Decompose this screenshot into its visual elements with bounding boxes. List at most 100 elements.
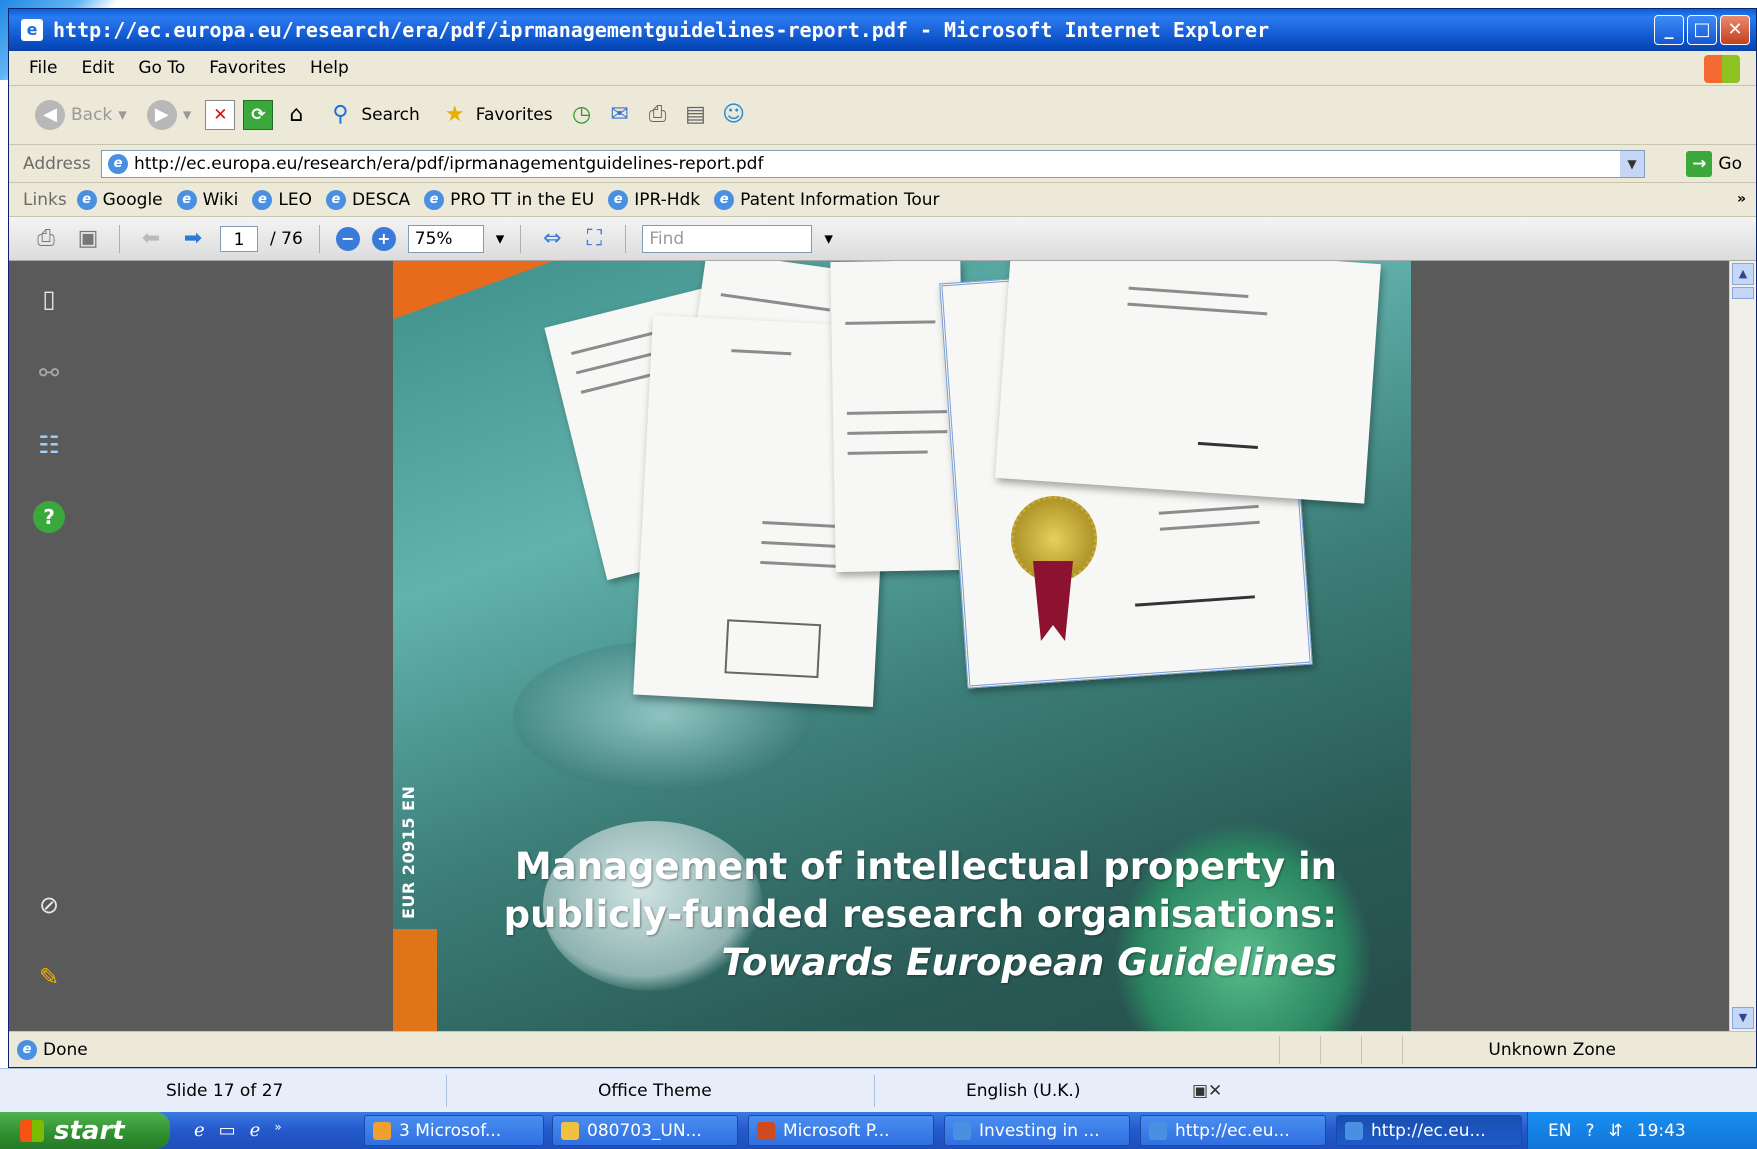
network-tray-icon[interactable]: ⇵ xyxy=(1609,1121,1623,1141)
back-button[interactable]: ◀ Back ▾ xyxy=(29,96,133,134)
scroll-thumb[interactable] xyxy=(1732,287,1754,299)
language-indicator[interactable]: EN xyxy=(1548,1121,1571,1141)
print-icon[interactable]: ⎙ xyxy=(31,224,61,254)
menu-help[interactable]: Help xyxy=(298,58,361,78)
letter-document xyxy=(995,261,1381,504)
ie-page-icon: e xyxy=(176,189,197,210)
menu-goto[interactable]: Go To xyxy=(126,58,197,78)
minimize-button[interactable]: _ xyxy=(1654,15,1684,45)
go-label: Go xyxy=(1718,154,1742,174)
task-button[interactable]: http://ec.eu... xyxy=(1140,1115,1326,1146)
cover-title: Management of intellectual property in p… xyxy=(504,843,1337,987)
chevron-down-icon[interactable]: ▼ xyxy=(1620,151,1644,177)
expand-icon[interactable]: » xyxy=(274,1120,281,1141)
chevron-down-icon[interactable]: ▾ xyxy=(824,229,833,249)
print-icon[interactable]: ⎙ xyxy=(643,100,673,130)
comments-icon[interactable]: ✎ xyxy=(33,961,65,993)
back-arrow-icon: ◀ xyxy=(35,99,65,130)
link-leo[interactable]: e LEO xyxy=(252,189,312,210)
page-total: / 76 xyxy=(270,228,303,249)
pdf-viewer: ▯ ⚯ ☷ ? ⊘ ✎ EUR 20915 EN Management of i… xyxy=(9,261,1740,1031)
menu-edit[interactable]: Edit xyxy=(69,58,126,78)
help-tray-icon[interactable]: ? xyxy=(1585,1121,1594,1141)
help-icon[interactable]: ? xyxy=(33,501,65,533)
system-tray: EN ? ⇵ 19:43 xyxy=(1527,1112,1757,1149)
task-label: http://ec.eu... xyxy=(1175,1120,1290,1141)
binoculars-icon[interactable]: ⚯ xyxy=(33,357,65,389)
menu-file[interactable]: File xyxy=(9,58,69,78)
menu-bar: File Edit Go To Favorites Help xyxy=(9,51,1756,86)
favorites-button[interactable]: ★ Favorites xyxy=(434,96,559,134)
edit-icon[interactable]: ▤ xyxy=(681,100,711,130)
scroll-down-icon[interactable]: ▼ xyxy=(1732,1007,1754,1029)
clock[interactable]: 19:43 xyxy=(1637,1121,1686,1141)
menu-favorites[interactable]: Favorites xyxy=(197,58,298,78)
ie-page-icon: e xyxy=(424,189,445,210)
title-bar[interactable]: e http://ec.europa.eu/research/era/pdf/i… xyxy=(9,9,1756,51)
close-button[interactable]: ✕ xyxy=(1720,15,1750,45)
browser-quicklaunch-icon[interactable]: ℯ xyxy=(250,1120,261,1141)
link-wiki[interactable]: e Wiki xyxy=(176,189,238,210)
pdf-page-cover: EUR 20915 EN Management of intellectual … xyxy=(393,261,1411,1031)
chevron-down-icon: ▾ xyxy=(118,104,127,125)
link-desca[interactable]: e DESCA xyxy=(325,189,410,210)
fit-width-icon[interactable]: ⇔ xyxy=(537,224,567,254)
browser-window: e http://ec.europa.eu/research/era/pdf/i… xyxy=(8,8,1757,1068)
task-button[interactable]: 080703_UN... xyxy=(552,1115,738,1146)
forward-button[interactable]: ▶ ▾ xyxy=(141,96,198,134)
ie-quicklaunch-icon[interactable]: ℯ xyxy=(194,1120,205,1141)
save-icon[interactable]: ▣ xyxy=(73,224,103,254)
zoom-in-icon[interactable]: + xyxy=(371,226,396,251)
status-text: Done xyxy=(43,1039,88,1060)
vertical-scrollbar[interactable]: ▲ ▼ xyxy=(1729,261,1756,1031)
ie-page-icon: e xyxy=(325,189,346,210)
folder-quicklaunch-icon[interactable]: ▭ xyxy=(219,1120,236,1141)
link-patent-tour[interactable]: e Patent Information Tour xyxy=(714,189,940,210)
maximize-button[interactable]: □ xyxy=(1687,15,1717,45)
chevron-down-icon[interactable]: ▾ xyxy=(496,229,505,249)
more-links-icon[interactable]: » xyxy=(1737,191,1746,207)
circuit-diagram xyxy=(724,619,822,679)
address-input[interactable]: e http://ec.europa.eu/research/era/pdf/i… xyxy=(101,150,1645,178)
task-button[interactable]: Microsoft P... xyxy=(748,1115,934,1146)
task-button[interactable]: Investing in ... xyxy=(944,1115,1130,1146)
link-google[interactable]: e Google xyxy=(76,189,163,210)
security-zone: Unknown Zone xyxy=(1488,1040,1616,1060)
ie-page-icon: e xyxy=(108,154,128,174)
mail-icon[interactable]: ✉ xyxy=(605,100,635,130)
address-label: Address xyxy=(23,153,91,174)
refresh-icon[interactable]: ⟳ xyxy=(243,99,274,130)
search-button[interactable]: ⚲ Search xyxy=(319,96,425,134)
pages-icon[interactable]: ▯ xyxy=(33,283,65,315)
zoom-select[interactable]: 75% xyxy=(407,224,484,253)
bookmarks-icon[interactable]: ☷ xyxy=(33,429,65,461)
divider xyxy=(625,224,627,253)
page-number-input[interactable]: 1 xyxy=(220,225,258,252)
ie-page-icon: e xyxy=(714,189,735,210)
link-pro-tt[interactable]: e PRO TT in the EU xyxy=(424,189,594,210)
link-ipr-hdk[interactable]: e IPR-Hdk xyxy=(608,189,700,210)
attachment-icon[interactable]: ⊘ xyxy=(33,889,65,921)
address-bar: Address e http://ec.europa.eu/research/e… xyxy=(9,145,1756,183)
previous-page-icon[interactable]: ⬅ xyxy=(136,224,166,254)
zoom-out-icon[interactable]: − xyxy=(335,226,360,251)
links-label: Links xyxy=(23,189,67,210)
history-icon[interactable]: ◷ xyxy=(567,100,597,130)
ie-icon xyxy=(1149,1121,1167,1140)
spellcheck-icon[interactable]: ▣✕ xyxy=(1192,1081,1222,1101)
find-input[interactable]: Find xyxy=(642,224,813,253)
task-button[interactable]: 3 Microsof... xyxy=(364,1115,544,1146)
scroll-up-icon[interactable]: ▲ xyxy=(1732,263,1754,285)
messenger-icon[interactable]: ☺ xyxy=(719,100,749,130)
stop-icon[interactable]: ✕ xyxy=(205,99,236,130)
go-button[interactable]: → Go xyxy=(1686,151,1742,177)
task-button-active[interactable]: http://ec.eu... xyxy=(1336,1115,1522,1146)
start-button[interactable]: start xyxy=(0,1112,170,1149)
next-page-icon[interactable]: ➡ xyxy=(178,224,208,254)
task-label: http://ec.eu... xyxy=(1371,1120,1486,1141)
home-icon[interactable]: ⌂ xyxy=(281,100,311,130)
pdf-side-panel: ▯ ⚯ ☷ ? ⊘ ✎ xyxy=(9,261,87,1031)
status-bar: e Done Unknown Zone xyxy=(9,1031,1756,1067)
slide-counter: Slide 17 of 27 xyxy=(166,1081,284,1101)
fit-page-icon[interactable]: ⛶ xyxy=(579,224,609,254)
